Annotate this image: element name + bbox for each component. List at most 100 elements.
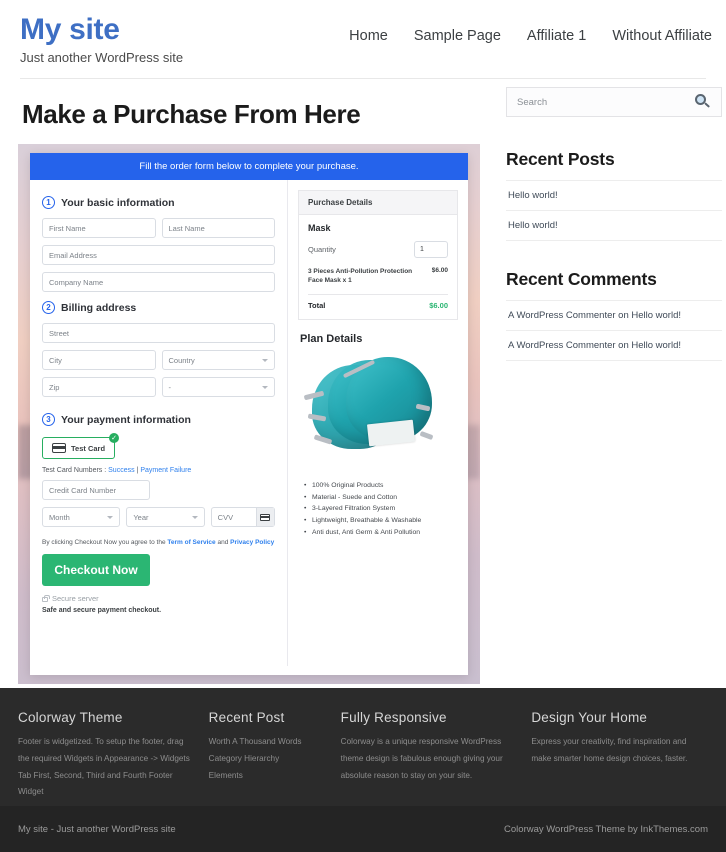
city-input[interactable]: City [42, 350, 156, 370]
site-footer: Colorway Theme Footer is widgetized. To … [0, 688, 726, 806]
test-payment-failure-link[interactable]: Payment Failure [140, 467, 191, 474]
footer-column-text: Colorway is a unique responsive WordPres… [341, 734, 518, 784]
last-name-input[interactable]: Last Name [162, 218, 276, 238]
footer-bottom-bar: My site - Just another WordPress site Co… [0, 806, 726, 852]
country-select[interactable]: Country [162, 350, 276, 370]
recent-posts-list: Hello world! Hello world! [506, 180, 722, 241]
list-item[interactable]: A WordPress Commenter on Hello world! [506, 301, 722, 331]
expiry-year-value: Year [133, 513, 148, 522]
footer-column-title: Colorway Theme [18, 710, 195, 725]
list-item[interactable]: Hello world! [506, 211, 722, 241]
total-amount: $6.00 [429, 301, 448, 310]
nav-item-home[interactable]: Home [349, 28, 388, 44]
page-layout: Make a Purchase From Here Fill the order… [0, 79, 726, 684]
footer-column-title: Fully Responsive [341, 710, 518, 725]
check-icon: ✓ [109, 433, 119, 443]
quantity-input[interactable]: 1 [414, 241, 448, 258]
step-2-header: 2 Billing address [42, 301, 275, 314]
list-item[interactable]: Category Hierarchy [209, 751, 327, 768]
terms-of-service-link[interactable]: Term of Service [167, 539, 215, 546]
footer-theme-credit[interactable]: Colorway WordPress Theme by InkThemes.co… [504, 824, 708, 835]
search-icon[interactable] [695, 94, 711, 110]
recent-comments-widget: Recent Comments A WordPress Commenter on… [506, 269, 722, 361]
state-select-value: - [169, 383, 172, 392]
checkout-now-button[interactable]: Checkout Now [42, 554, 150, 586]
expiry-month-select[interactable]: Month [42, 507, 120, 527]
quantity-row: Quantity 1 [308, 241, 448, 258]
country-select-value: Country [169, 356, 195, 365]
name-row: First Name Last Name [42, 218, 275, 245]
credit-card-icon [52, 443, 66, 453]
checkout-card: Fill the order form below to complete yo… [30, 153, 468, 675]
step-3-header: 3 Your payment information [42, 413, 275, 426]
step-1-number: 1 [42, 196, 55, 209]
list-item[interactable]: Elements [209, 768, 327, 785]
site-header: My site Just another WordPress site Home… [0, 0, 726, 78]
privacy-policy-link[interactable]: Privacy Policy [230, 539, 274, 546]
search-input[interactable]: Search [517, 97, 547, 108]
street-input[interactable]: Street [42, 323, 275, 343]
step-1-label: Your basic information [61, 197, 175, 209]
zip-input[interactable]: Zip [42, 377, 156, 397]
secure-server-label: Secure server [52, 594, 99, 603]
first-name-input[interactable]: First Name [42, 218, 156, 238]
recent-comments-title: Recent Comments [506, 269, 722, 290]
step-2-number: 2 [42, 301, 55, 314]
purchase-details-divider [308, 294, 448, 295]
line-item: 3 Pieces Anti-Pollution Protection Face … [308, 267, 448, 286]
test-card-option[interactable]: Test Card ✓ [42, 437, 115, 459]
feature-item: 100% Original Products [304, 480, 458, 492]
footer-column-design-your-home: Design Your Home Express your creativity… [531, 710, 708, 806]
recent-comments-list: A WordPress Commenter on Hello world! A … [506, 300, 722, 361]
footer-site-credit: My site - Just another WordPress site [18, 824, 176, 835]
list-item[interactable]: Hello world! [506, 181, 722, 211]
secure-server-row: Secure server [42, 594, 275, 603]
main-content-column: Make a Purchase From Here Fill the order… [18, 79, 484, 684]
chevron-down-icon [262, 386, 268, 389]
page-title: Make a Purchase From Here [22, 99, 484, 130]
nav-item-sample-page[interactable]: Sample Page [414, 28, 501, 44]
footer-column-recent-post: Recent Post Worth A Thousand Words Categ… [209, 710, 327, 806]
recent-posts-widget: Recent Posts Hello world! Hello world! [506, 149, 722, 241]
terms-prefix: By clicking Checkout Now you agree to th… [42, 539, 167, 546]
email-input[interactable]: Email Address [42, 245, 275, 265]
chevron-down-icon [192, 516, 198, 519]
safe-checkout-note: Safe and secure payment checkout. [42, 607, 275, 614]
step-2-label: Billing address [61, 302, 136, 314]
feature-item: Material - Suede and Cotton [304, 492, 458, 504]
checkout-screenshot-frame: Fill the order form below to complete yo… [18, 144, 480, 684]
chevron-down-icon [262, 359, 268, 362]
test-success-link[interactable]: Success [108, 467, 134, 474]
order-form-banner: Fill the order form below to complete yo… [30, 153, 468, 180]
quantity-label: Quantity [308, 245, 336, 254]
footer-column-title: Design Your Home [531, 710, 708, 725]
credit-card-number-input[interactable]: Credit Card Number [42, 480, 150, 500]
company-name-input[interactable]: Company Name [42, 272, 275, 292]
mask-printed-label [367, 419, 415, 446]
purchase-details-column: Purchase Details Mask Quantity 1 3 Piece… [288, 180, 468, 666]
cvv-card-icon [256, 508, 274, 526]
footer-column-fully-responsive: Fully Responsive Colorway is a unique re… [341, 710, 518, 806]
checkout-form-column: 1 Your basic information First Name Last… [30, 180, 288, 666]
list-item[interactable]: A WordPress Commenter on Hello world! [506, 331, 722, 361]
list-item[interactable]: Worth A Thousand Words [209, 734, 327, 751]
expiry-cvv-row: Month Year CVV [42, 507, 275, 534]
search-widget[interactable]: Search [506, 87, 722, 117]
product-name: Mask [308, 223, 448, 233]
checkout-body: 1 Your basic information First Name Last… [30, 180, 468, 666]
lock-icon [42, 597, 48, 602]
feature-item: Anti dust, Anti Germ & Anti Pollution [304, 527, 458, 539]
nav-item-affiliate-1[interactable]: Affiliate 1 [527, 28, 586, 44]
feature-item: Lightweight, Breathable & Washable [304, 515, 458, 527]
expiry-year-select[interactable]: Year [126, 507, 204, 527]
chevron-down-icon [107, 516, 113, 519]
zip-state-row: Zip - [42, 377, 275, 404]
test-card-numbers-note: Test Card Numbers : Success | Payment Fa… [42, 467, 275, 474]
expiry-month-value: Month [49, 513, 70, 522]
state-select[interactable]: - [162, 377, 276, 397]
cvv-field-wrapper: CVV [211, 507, 275, 534]
step-3-number: 3 [42, 413, 55, 426]
nav-item-without-affiliate[interactable]: Without Affiliate [612, 28, 712, 44]
line-item-description: 3 Pieces Anti-Pollution Protection Face … [308, 267, 426, 286]
test-card-label: Test Card [71, 444, 105, 453]
